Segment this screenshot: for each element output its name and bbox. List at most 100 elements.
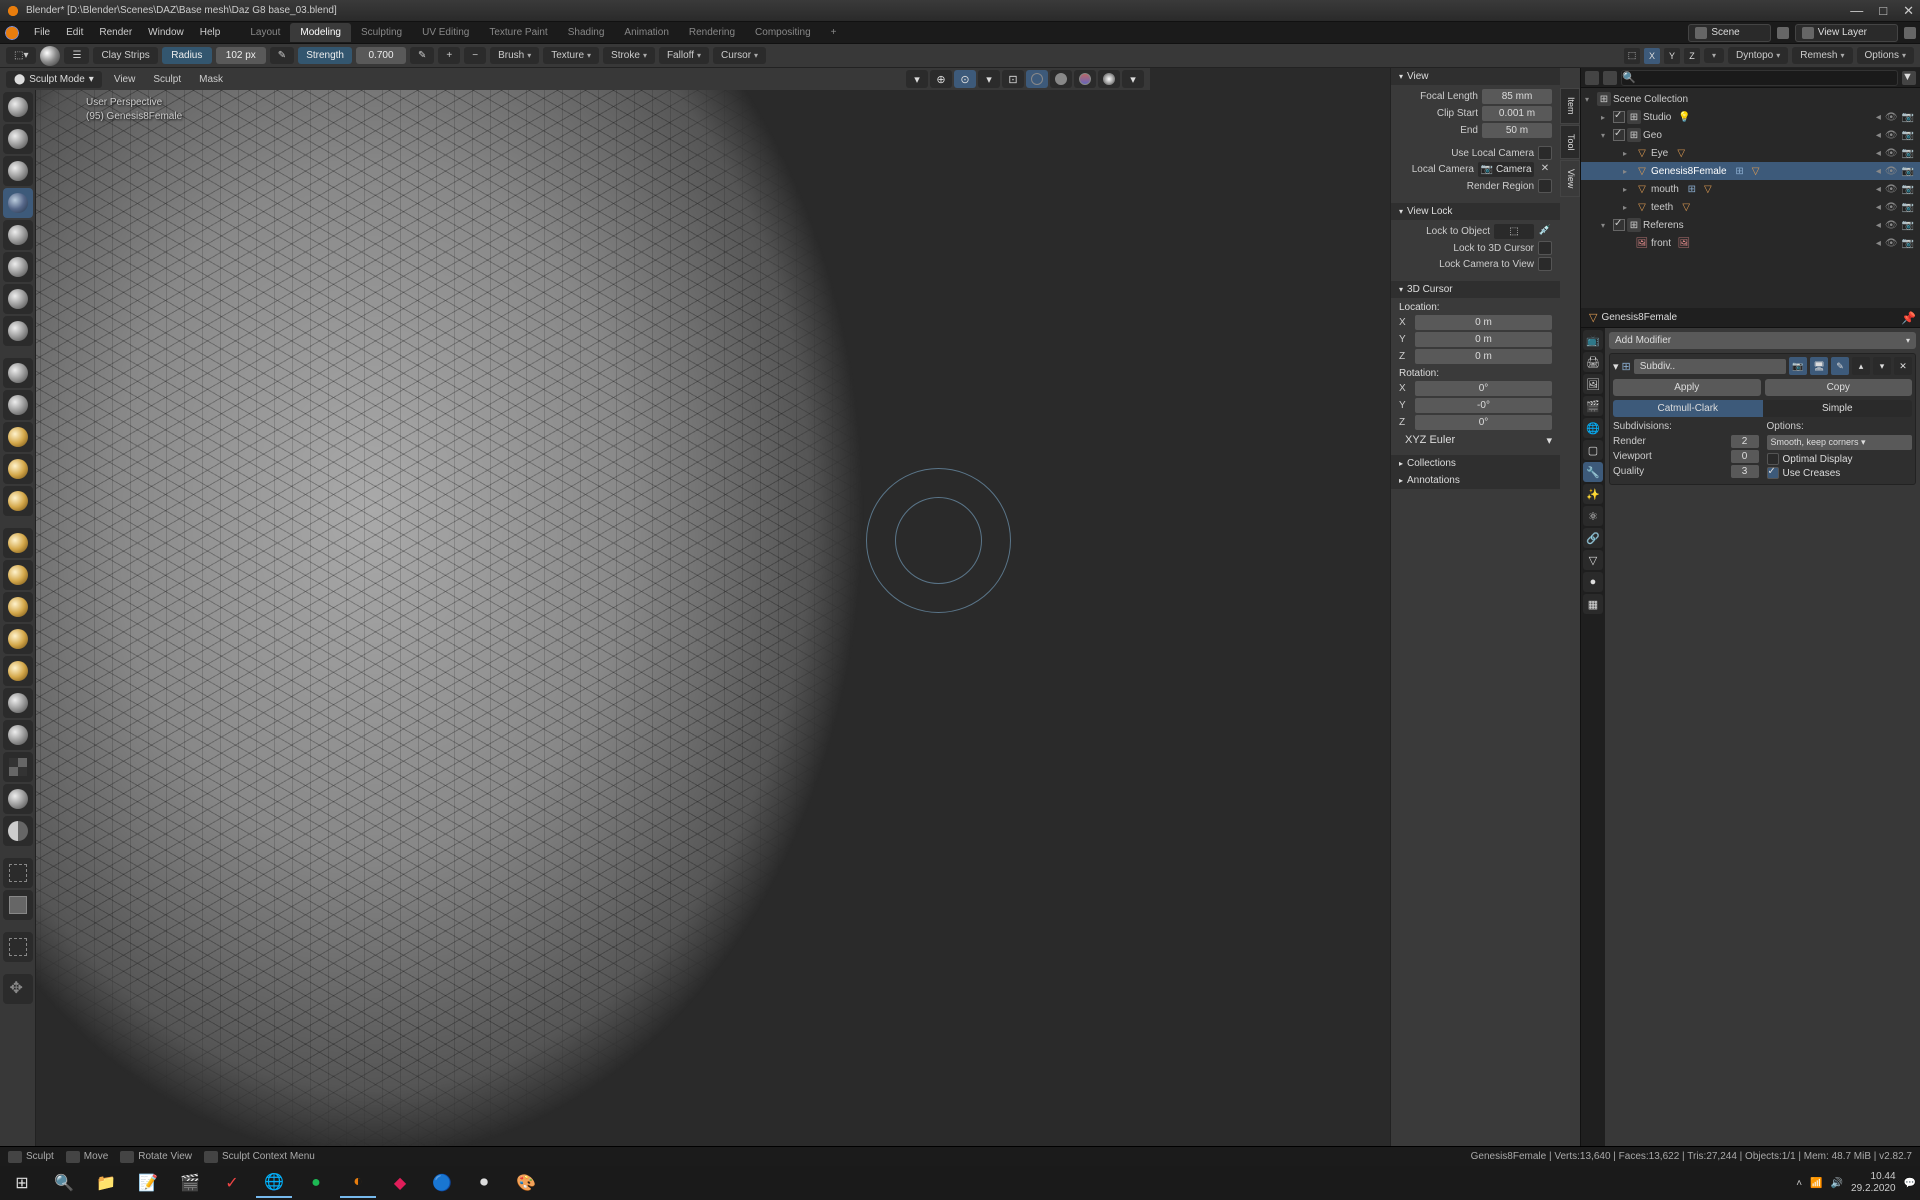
overlay-options[interactable]: ▾ (978, 70, 1000, 88)
exclude-icon[interactable]: ◂ (1876, 238, 1881, 249)
exclude-icon[interactable]: ◂ (1876, 112, 1881, 123)
tab-rendering[interactable]: Rendering (679, 23, 745, 42)
brush-dropdown[interactable]: Brush (490, 47, 539, 64)
props-tab-material[interactable]: ● (1583, 572, 1603, 592)
cursor-ry-input[interactable]: -0° (1415, 398, 1552, 413)
eye-icon[interactable]: 👁 (1885, 184, 1898, 195)
panel-view-header[interactable]: View (1391, 68, 1560, 85)
cursor-x-input[interactable]: 0 m (1415, 315, 1552, 330)
props-tab-physics[interactable]: ⚛ (1583, 506, 1603, 526)
taskbar-app-slack[interactable]: ◆ (382, 1168, 418, 1198)
camera-icon[interactable]: 📷 (1902, 202, 1914, 213)
texture-dropdown[interactable]: Texture (543, 47, 599, 64)
tool-clay-strips[interactable] (3, 188, 33, 218)
taskbar-app-photoshop[interactable]: 🔵 (424, 1168, 460, 1198)
camera-icon[interactable]: 📷 (1902, 166, 1914, 177)
outliner-search[interactable]: 🔍 (1621, 70, 1898, 86)
symmetry-z-toggle[interactable]: Z (1684, 48, 1700, 64)
tool-slide[interactable] (3, 784, 33, 814)
tool-grab[interactable] (3, 560, 33, 590)
eye-icon[interactable]: 👁 (1885, 220, 1898, 231)
eye-icon[interactable]: 👁 (1885, 202, 1898, 213)
taskbar-app-todoist[interactable]: ✓ (214, 1168, 250, 1198)
options-dropdown[interactable]: Options (1857, 47, 1914, 64)
tab-layout[interactable]: Layout (240, 23, 290, 42)
tool-crease[interactable] (3, 316, 33, 346)
outliner-filter-button[interactable]: ▼ (1902, 71, 1916, 85)
tool-rotate[interactable] (3, 752, 33, 782)
menu-sculpt[interactable]: Sculpt (147, 71, 187, 88)
taskbar-search[interactable]: 🔍 (46, 1168, 82, 1198)
taskbar-start[interactable]: ⊞ (4, 1168, 40, 1198)
props-tab-scene[interactable]: 🎬 (1583, 396, 1603, 416)
cursor-z-input[interactable]: 0 m (1415, 349, 1552, 364)
focal-input[interactable]: 85 mm (1482, 89, 1552, 104)
props-tab-particles[interactable]: ✨ (1583, 484, 1603, 504)
subdiv-viewport-input[interactable]: 0 (1731, 450, 1759, 463)
menu-file[interactable]: File (26, 24, 58, 41)
cursor-y-input[interactable]: 0 m (1415, 332, 1552, 347)
shading-rendered[interactable] (1098, 70, 1120, 88)
tool-inflate[interactable] (3, 252, 33, 282)
camera-icon[interactable]: 📷 (1902, 112, 1914, 123)
tree-mouth[interactable]: ▸▽mouth⊞▽◂👁📷 (1581, 180, 1920, 198)
radius-input[interactable]: 102 px (216, 47, 266, 64)
camera-icon[interactable]: 📷 (1902, 184, 1914, 195)
subdiv-simple-button[interactable]: Simple (1763, 400, 1913, 417)
mode-select-dropdown[interactable]: ⬤ Sculpt Mode ▾ (6, 71, 102, 88)
modifier-edit-toggle[interactable]: ✎ (1831, 357, 1849, 375)
props-tab-output[interactable]: 🖨 (1583, 352, 1603, 372)
exclude-icon[interactable]: ◂ (1876, 148, 1881, 159)
camera-icon[interactable]: 📷 (1902, 238, 1914, 249)
props-tab-constraints[interactable]: 🔗 (1583, 528, 1603, 548)
symmetry-options[interactable] (1704, 48, 1724, 63)
viewlayer-new-button[interactable] (1904, 27, 1916, 39)
subdiv-catmull-button[interactable]: Catmull-Clark (1613, 400, 1763, 417)
stroke-dropdown[interactable]: Stroke (603, 47, 655, 64)
use-creases-checkbox[interactable] (1767, 467, 1779, 479)
props-tab-viewlayer[interactable]: 🖼 (1583, 374, 1603, 394)
tool-scrape[interactable] (3, 454, 33, 484)
tray-sound-icon[interactable]: 🔊 (1831, 1178, 1843, 1189)
brush-preview-icon[interactable] (40, 46, 60, 66)
eye-icon[interactable]: 👁 (1885, 148, 1898, 159)
exclude-icon[interactable]: ◂ (1876, 184, 1881, 195)
modifier-move-up[interactable]: ▴ (1852, 357, 1870, 375)
cursor-dropdown[interactable]: Cursor (713, 47, 766, 64)
panel-annotations-header[interactable]: Annotations (1391, 472, 1560, 489)
cursor-rx-input[interactable]: 0° (1415, 381, 1552, 396)
lock-obj-field[interactable]: ⬚ (1494, 224, 1534, 239)
scene-new-button[interactable] (1777, 27, 1789, 39)
subdiv-render-input[interactable]: 2 (1731, 435, 1759, 448)
modifier-move-down[interactable]: ▾ (1873, 357, 1891, 375)
props-tab-texture[interactable]: ▦ (1583, 594, 1603, 614)
selectability-toggle[interactable]: ▾ (906, 70, 928, 88)
shading-solid[interactable] (1050, 70, 1072, 88)
tree-geo[interactable]: ▾⊞Geo◂👁📷 (1581, 126, 1920, 144)
shading-matprev[interactable] (1074, 70, 1096, 88)
tool-fill[interactable] (3, 422, 33, 452)
uv-smooth-dropdown[interactable]: Smooth, keep corners ▾ (1767, 435, 1913, 450)
tool-snakehook[interactable] (3, 624, 33, 654)
tab-modeling[interactable]: Modeling (290, 23, 351, 42)
menu-help[interactable]: Help (192, 24, 229, 41)
symmetry-lock-button[interactable]: ⬚ (1624, 48, 1640, 64)
props-pin-button[interactable]: 📌 (1901, 311, 1916, 325)
tool-thumb[interactable] (3, 656, 33, 686)
eye-icon[interactable]: 👁 (1885, 166, 1898, 177)
xray-toggle[interactable]: ⊡ (1002, 70, 1024, 88)
panel-viewlock-header[interactable]: View Lock (1391, 203, 1560, 220)
symmetry-x-toggle[interactable]: X (1644, 48, 1660, 64)
lock-cam-checkbox[interactable] (1538, 257, 1552, 271)
tool-clay[interactable] (3, 156, 33, 186)
tab-uv[interactable]: UV Editing (412, 23, 479, 42)
eye-icon[interactable]: 👁 (1885, 238, 1898, 249)
tree-genesis[interactable]: ▸▽Genesis8Female⊞▽◂👁📷 (1581, 162, 1920, 180)
exclude-icon[interactable]: ◂ (1876, 202, 1881, 213)
menu-view[interactable]: View (108, 71, 142, 88)
menu-edit[interactable]: Edit (58, 24, 91, 41)
tab-add[interactable]: + (821, 23, 847, 42)
tab-texpaint[interactable]: Texture Paint (479, 23, 557, 42)
radius-pressure-toggle[interactable]: ✎ (270, 47, 294, 64)
brush-picker-button[interactable]: ☰ (64, 47, 89, 64)
